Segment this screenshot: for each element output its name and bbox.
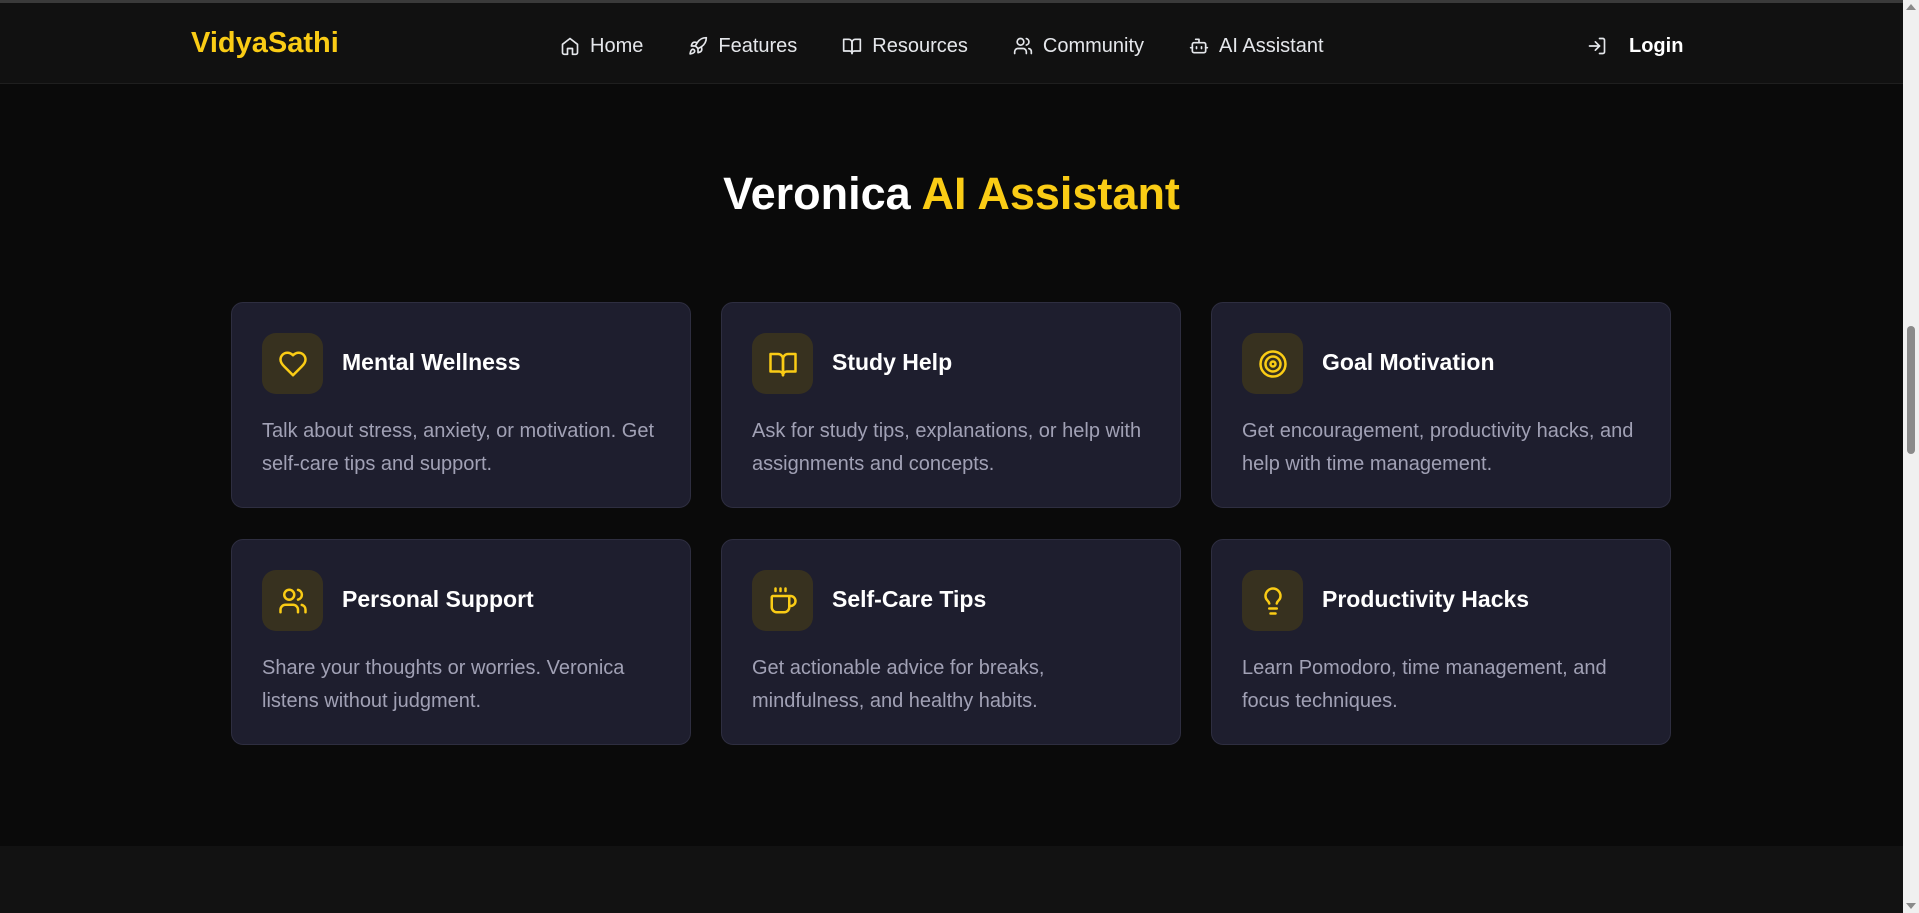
card-title: Productivity Hacks (1322, 586, 1530, 612)
lightbulb-icon (1263, 586, 1282, 615)
card-personal-support[interactable]: Personal Support Share your thoughts or … (231, 539, 691, 745)
card-description: Get actionable advice for breaks, mindfu… (752, 657, 1045, 712)
card-title: Self-Care Tips (832, 586, 987, 612)
nav-item-community[interactable]: Community (1013, 31, 1144, 61)
login-icon (1588, 37, 1606, 55)
scroll-down-arrow-icon[interactable] (1906, 903, 1916, 909)
users-icon (278, 588, 307, 613)
rocket-icon (689, 36, 708, 55)
card-description: Share your thoughts or worries. Veronica… (262, 657, 625, 712)
card-goal-motivation[interactable]: Goal Motivation Get encouragement, produ… (1211, 302, 1671, 508)
section-title-main: Veronica (723, 168, 911, 219)
login-label: Login (1629, 34, 1684, 57)
target-icon (1258, 349, 1287, 378)
nav-item-features[interactable]: Features (688, 31, 797, 61)
section-title-accent: AI Assistant (921, 168, 1180, 219)
card-mental-wellness[interactable]: Mental Wellness Talk about stress, anxie… (231, 302, 691, 508)
nav-item-label: AI Assistant (1219, 34, 1324, 57)
nav-item-ai-assistant[interactable]: AI Assistant (1189, 31, 1324, 61)
book-open-icon (768, 352, 797, 376)
book-icon (843, 38, 862, 55)
card-icon-box (752, 333, 813, 394)
users-icon (1013, 37, 1033, 55)
scrollbar-thumb[interactable] (1907, 326, 1915, 454)
card-description: Get encouragement, productivity hacks, a… (1242, 420, 1634, 475)
heart-icon (278, 351, 307, 376)
card-icon-box (262, 570, 323, 631)
card-description: Ask for study tips, explanations, or hel… (752, 420, 1142, 475)
card-icon-box (752, 570, 813, 631)
nav-item-label: Features (718, 34, 798, 57)
card-icon-box (1242, 333, 1303, 394)
section-title: Veronica AI Assistant (0, 168, 1903, 220)
card-description: Talk about stress, anxiety, or motivatio… (262, 420, 655, 475)
nav-item-resources[interactable]: Resources (842, 31, 968, 61)
card-productivity-hacks[interactable]: Productivity Hacks Learn Pomodoro, time … (1211, 539, 1671, 745)
card-description: Learn Pomodoro, time management, and foc… (1242, 657, 1607, 712)
login-button[interactable]: Login (1587, 31, 1683, 61)
nav-links: Home Features Resources Community AI Ass… (560, 31, 1369, 61)
scroll-up-arrow-icon[interactable] (1906, 4, 1916, 10)
card-title: Goal Motivation (1322, 349, 1495, 375)
card-title: Mental Wellness (342, 349, 521, 375)
coffee-icon (770, 586, 797, 613)
navbar: VidyaSathi Home Features Resources Commu… (0, 3, 1903, 84)
bot-icon (1189, 38, 1209, 54)
card-study-help[interactable]: Study Help Ask for study tips, explanati… (721, 302, 1181, 508)
card-title: Personal Support (342, 586, 534, 612)
card-self-care-tips[interactable]: Self-Care Tips Get actionable advice for… (721, 539, 1181, 745)
card-icon-box (262, 333, 323, 394)
card-icon-box (1242, 570, 1303, 631)
nav-item-home[interactable]: Home (560, 31, 643, 61)
vertical-scrollbar[interactable] (1903, 0, 1919, 913)
card-title: Study Help (832, 349, 953, 375)
nav-item-label: Community (1042, 34, 1145, 57)
home-icon (561, 37, 579, 56)
next-section-band (0, 846, 1903, 913)
nav-item-label: Home (590, 34, 644, 57)
nav-item-label: Resources (872, 34, 968, 57)
brand-logo[interactable]: VidyaSathi (191, 27, 339, 60)
